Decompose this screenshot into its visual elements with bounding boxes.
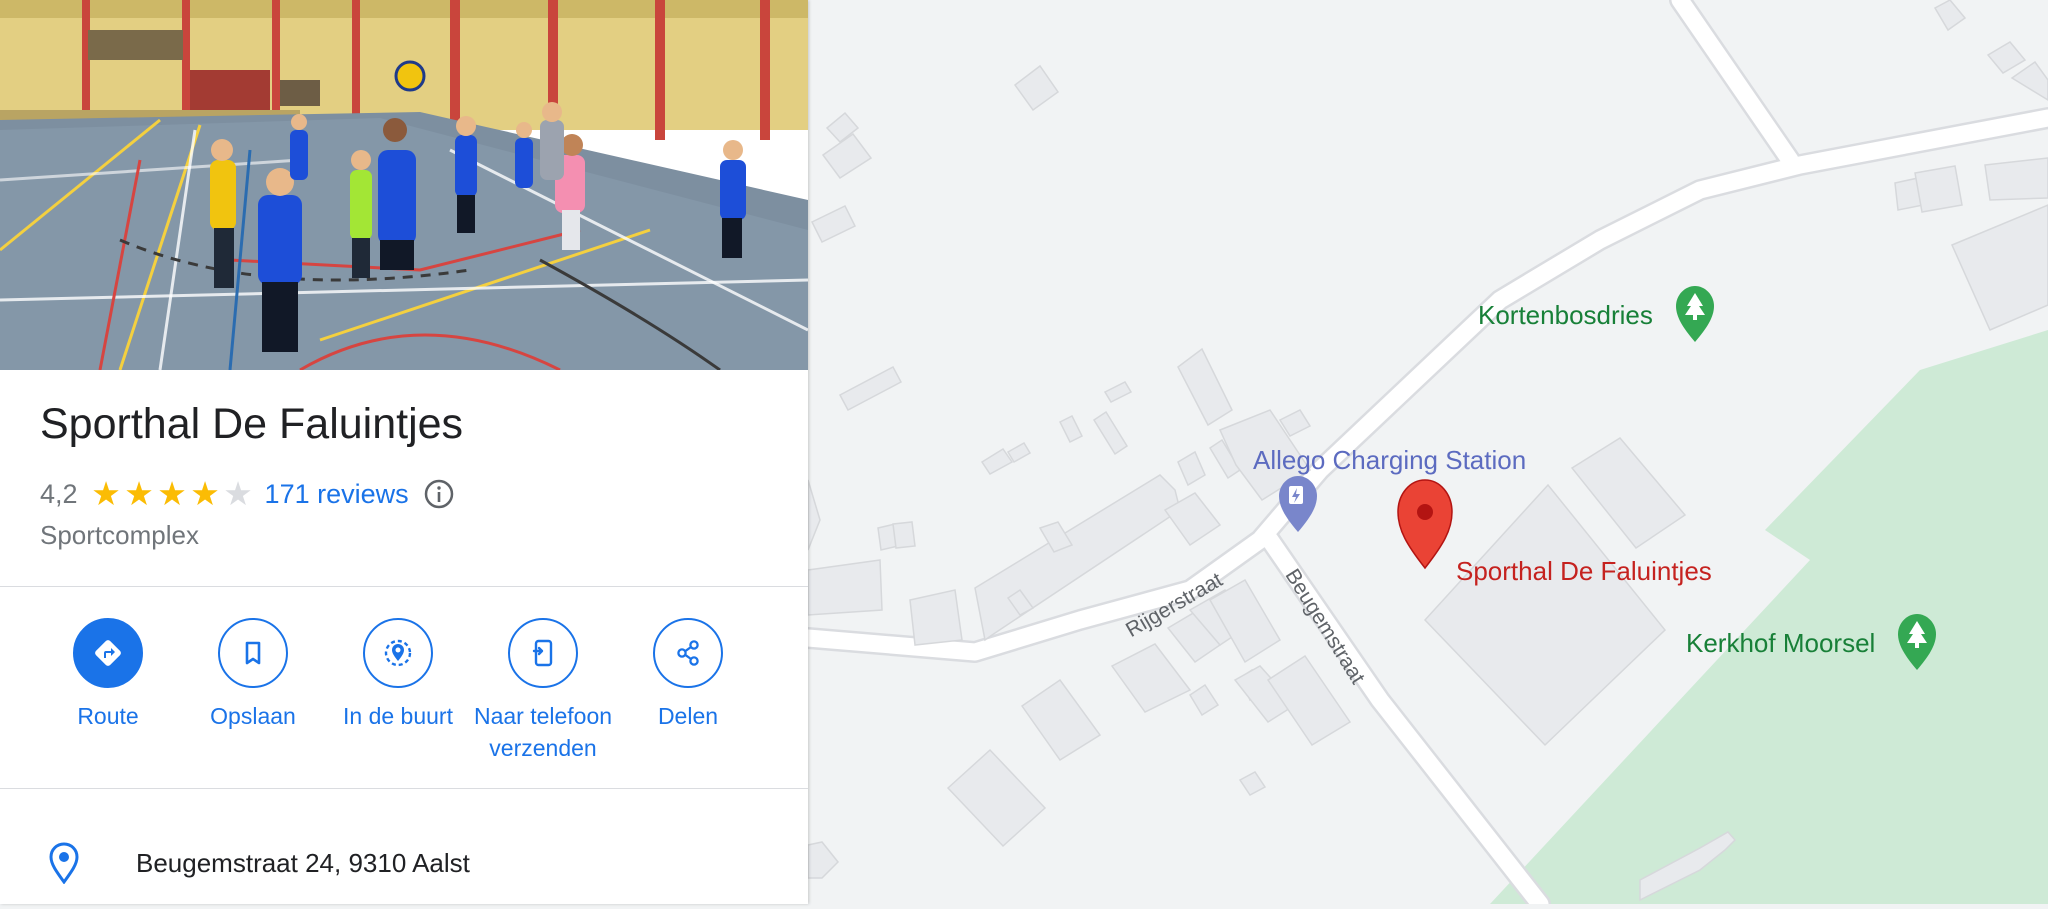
place-details-panel: Sporthal De Faluintjes 4,2 ★ ★ ★ ★ ★ 171… [0, 0, 808, 904]
address-text: Beugemstraat 24, 9310 Aalst [136, 848, 470, 878]
divider [0, 586, 808, 587]
send-to-phone-button[interactable]: Naar telefoon verzenden [468, 618, 618, 764]
reviews-link[interactable]: 171 reviews [265, 479, 409, 510]
map-label-kerkhof-moorsel[interactable]: Kerkhof Moorsel [1686, 628, 1875, 659]
route-button[interactable]: Route [33, 618, 183, 732]
location-pin-icon [46, 840, 82, 889]
star-rating: ★ ★ ★ ★ ★ [90, 476, 255, 512]
divider [0, 788, 808, 789]
action-buttons: Route Opslaan In de buurt Naar telefoon … [0, 618, 808, 788]
share-button[interactable]: Delen [613, 618, 763, 732]
address-row[interactable]: Beugemstraat 24, 9310 Aalst [0, 838, 808, 894]
place-photo[interactable] [0, 0, 808, 370]
bookmark-icon [218, 618, 288, 688]
place-category[interactable]: Sportcomplex [40, 520, 199, 551]
map-label-kortenbosdries[interactable]: Kortenbosdries [1478, 300, 1653, 331]
send-to-phone-icon [508, 618, 578, 688]
rating-value: 4,2 [40, 478, 78, 509]
share-icon [653, 618, 723, 688]
nearby-icon [363, 618, 433, 688]
place-title: Sporthal De Faluintjes [40, 400, 464, 448]
nearby-label: In de buurt [343, 703, 453, 729]
nearby-button[interactable]: In de buurt [323, 618, 473, 732]
route-label: Route [77, 703, 139, 729]
star-icon: ★ [91, 475, 121, 512]
info-icon[interactable] [423, 478, 455, 510]
star-icon: ★ [157, 475, 187, 512]
save-label: Opslaan [210, 703, 296, 729]
rating-row: 4,2 ★ ★ ★ ★ ★ 171 reviews [40, 476, 455, 512]
map-label-allego-charging-station[interactable]: Allego Charging Station [1253, 445, 1526, 476]
send-to-phone-label: Naar telefoon verzenden [473, 703, 613, 761]
share-label: Delen [657, 703, 719, 729]
directions-icon [73, 618, 143, 688]
save-button[interactable]: Opslaan [178, 618, 328, 732]
star-empty-icon: ★ [223, 475, 253, 512]
map-label-sporthal[interactable]: Sporthal De Faluintjes [1456, 556, 1712, 587]
star-icon: ★ [190, 475, 220, 512]
star-icon: ★ [124, 475, 154, 512]
